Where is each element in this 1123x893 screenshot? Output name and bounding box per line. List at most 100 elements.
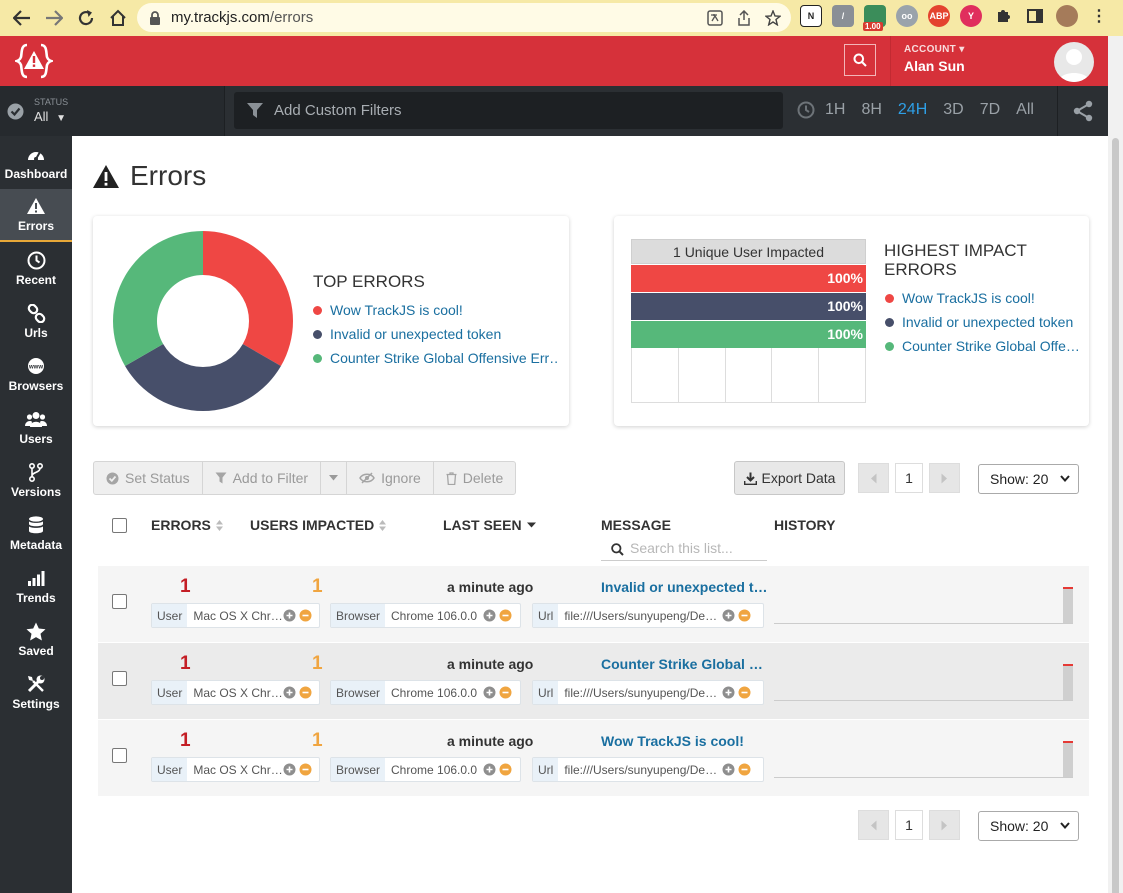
owl-icon[interactable]: oo [896, 5, 918, 27]
address-bar[interactable]: my.trackjs.com/errors [137, 3, 791, 32]
error-message-link[interactable]: Invalid or unexpected to… [601, 579, 769, 595]
legend-item[interactable]: Invalid or unexpected token [313, 322, 558, 346]
puzzle-icon[interactable] [992, 5, 1014, 27]
add-filter-icon[interactable] [283, 609, 296, 622]
more-menu-icon[interactable]: ⋮ [1088, 5, 1110, 27]
legend-item[interactable]: Wow TrackJS is cool! [313, 298, 558, 322]
donut-slice[interactable] [125, 344, 281, 411]
home-icon[interactable] [102, 2, 134, 34]
sidebar-item-users[interactable]: Users [0, 401, 72, 454]
header-search-button[interactable] [844, 44, 876, 76]
exclude-filter-icon[interactable] [299, 686, 312, 699]
account-menu[interactable]: ACCOUNT ▾ Alan Sun [904, 44, 965, 74]
error-message-link[interactable]: Wow TrackJS is cool! [601, 733, 769, 749]
trackjs-logo-icon[interactable] [15, 42, 53, 80]
sidepanel-icon[interactable] [1024, 5, 1046, 27]
exclude-filter-icon[interactable] [499, 609, 512, 622]
sidebar-item-errors[interactable]: Errors [0, 189, 72, 242]
exclude-filter-icon[interactable] [738, 686, 751, 699]
donut-slice[interactable] [113, 231, 203, 366]
avatar[interactable] [1054, 42, 1094, 82]
time-range-3d[interactable]: 3D [935, 101, 971, 119]
add-filter-icon[interactable] [722, 763, 735, 776]
share-button[interactable] [1057, 86, 1108, 136]
scrollbar-thumb[interactable] [1112, 138, 1119, 893]
table-row[interactable]: 1 1 a minute ago Invalid or unexpected t… [98, 566, 1089, 642]
sidebar-item-dashboard[interactable]: Dashboard [0, 136, 72, 189]
error-message-link[interactable]: Counter Strike Global Of… [601, 656, 769, 672]
sidebar-item-saved[interactable]: Saved [0, 613, 72, 666]
prev-page-button[interactable] [858, 810, 889, 840]
exclude-filter-icon[interactable] [299, 763, 312, 776]
impact-bar[interactable]: 100% [631, 293, 866, 320]
next-page-button[interactable] [929, 463, 960, 493]
legend-item[interactable]: Wow TrackJS is cool! [885, 286, 1080, 310]
column-header-errors[interactable]: ERRORS [151, 517, 223, 533]
exclude-filter-icon[interactable] [738, 609, 751, 622]
select-all-checkbox[interactable] [112, 518, 127, 533]
ruler-icon[interactable]: / [832, 5, 854, 27]
legend-item[interactable]: Counter Strike Global Offensive Err… [313, 346, 558, 370]
custom-filter-input[interactable]: Add Custom Filters [234, 92, 783, 129]
current-page[interactable]: 1 [895, 463, 923, 493]
add-filter-icon[interactable] [483, 686, 496, 699]
status-filter[interactable]: STATUS All ▼ [0, 86, 225, 136]
reload-icon[interactable] [70, 2, 102, 34]
table-row[interactable]: 1 1 a minute ago Wow TrackJS is cool! Us… [98, 720, 1089, 796]
sidebar-item-browsers[interactable]: www Browsers [0, 348, 72, 401]
impact-bar[interactable]: 100% [631, 265, 866, 292]
next-page-button[interactable] [929, 810, 960, 840]
time-range-24h[interactable]: 24H [890, 101, 935, 119]
add-to-filter-dropdown[interactable] [321, 462, 348, 494]
export-data-button[interactable]: Export Data [734, 461, 845, 495]
row-checkbox[interactable] [112, 594, 127, 609]
page-size-select[interactable]: Show: 20 [978, 464, 1079, 494]
impact-bar[interactable]: 100% [631, 321, 866, 348]
column-header-users-impacted[interactable]: USERS IMPACTED [250, 517, 387, 533]
add-to-filter-button[interactable]: Add to Filter [203, 462, 322, 494]
add-filter-icon[interactable] [283, 763, 296, 776]
time-range-all[interactable]: All [1008, 101, 1042, 119]
time-range-8h[interactable]: 8H [853, 101, 889, 119]
legend-item[interactable]: Invalid or unexpected token [885, 310, 1080, 334]
red-ext-icon[interactable]: Y [960, 5, 982, 27]
profile-avatar-icon[interactable] [1056, 5, 1078, 27]
list-search-input[interactable]: Search this list... [601, 537, 767, 561]
page-size-select[interactable]: Show: 20 [978, 811, 1079, 841]
add-filter-icon[interactable] [283, 686, 296, 699]
sidebar-item-urls[interactable]: Urls [0, 295, 72, 348]
exclude-filter-icon[interactable] [499, 686, 512, 699]
page-scrollbar[interactable] [1108, 36, 1123, 893]
share-page-icon[interactable] [737, 9, 751, 26]
sidebar-item-settings[interactable]: Settings [0, 666, 72, 719]
adblock-icon[interactable]: ABP [928, 5, 950, 27]
table-row[interactable]: 1 1 a minute ago Counter Strike Global O… [98, 643, 1089, 719]
column-header-last-seen[interactable]: LAST SEEN [443, 517, 536, 533]
legend-item[interactable]: Counter Strike Global Offe… [885, 334, 1080, 358]
badge-ext-icon[interactable]: 1.00 [863, 5, 886, 31]
set-status-button[interactable]: Set Status [94, 462, 203, 494]
ignore-button[interactable]: Ignore [347, 462, 434, 494]
sidebar-item-metadata[interactable]: Metadata [0, 507, 72, 560]
row-checkbox[interactable] [112, 748, 127, 763]
add-filter-icon[interactable] [483, 609, 496, 622]
delete-button[interactable]: Delete [434, 462, 515, 494]
sidebar-item-trends[interactable]: Trends [0, 560, 72, 613]
sidebar-item-versions[interactable]: Versions [0, 454, 72, 507]
exclude-filter-icon[interactable] [299, 609, 312, 622]
add-filter-icon[interactable] [722, 609, 735, 622]
time-range-7d[interactable]: 7D [972, 101, 1008, 119]
notion-icon[interactable]: N [800, 5, 822, 27]
bookmark-star-icon[interactable] [765, 9, 781, 26]
sidebar-item-recent[interactable]: Recent [0, 242, 72, 295]
back-icon[interactable] [6, 2, 38, 34]
current-page[interactable]: 1 [895, 810, 923, 840]
translate-icon[interactable] [707, 9, 723, 26]
donut-slice[interactable] [203, 231, 293, 366]
prev-page-button[interactable] [858, 463, 889, 493]
forward-icon[interactable] [38, 2, 70, 34]
exclude-filter-icon[interactable] [499, 763, 512, 776]
add-filter-icon[interactable] [722, 686, 735, 699]
row-checkbox[interactable] [112, 671, 127, 686]
add-filter-icon[interactable] [483, 763, 496, 776]
